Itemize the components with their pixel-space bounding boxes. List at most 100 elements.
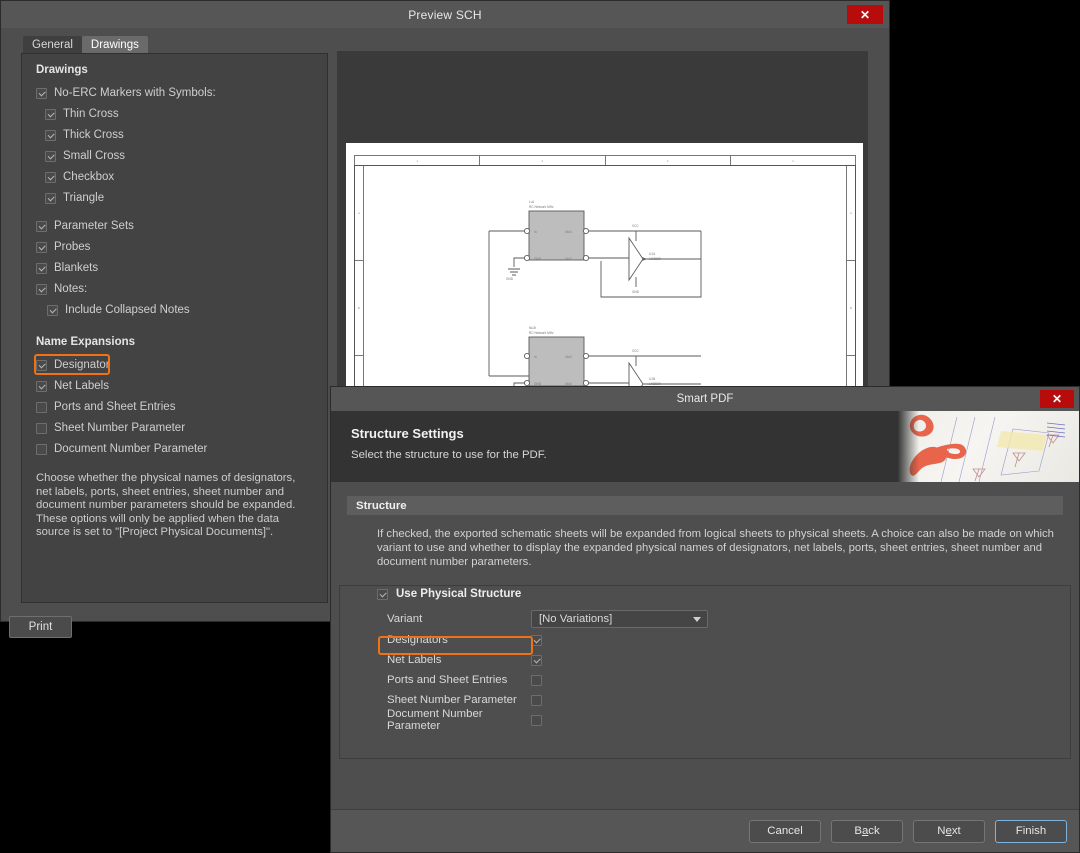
svg-text:In: In [534,355,537,359]
back-label-post: ck [868,825,880,837]
preview-sch-title: Preview SCH [408,7,482,22]
option-sheet-number-parameter-row[interactable]: Sheet Number Parameter [377,690,1063,710]
checkbox-icon[interactable] [45,150,56,162]
checkbox-icon[interactable] [36,241,47,253]
variant-label: Variant [387,613,423,625]
back-label-pre: B [854,825,862,837]
option-label: Small Cross [63,150,125,162]
cancel-button[interactable]: Cancel [749,819,821,843]
option-parameter-sets[interactable]: Parameter Sets [36,217,315,235]
smart-pdf-banner: Structure Settings Select the structure … [331,411,1079,482]
close-icon[interactable]: ✕ [1040,390,1074,408]
option-label: Document Number Parameter [54,443,208,455]
option-thin-cross[interactable]: Thin Cross [36,105,315,123]
checkbox-icon[interactable] [47,304,58,316]
back-button[interactable]: Ba ck [831,819,903,843]
option-small-cross[interactable]: Small Cross [36,147,315,165]
variant-row: Variant [No Variations] [377,608,1063,630]
option-label: Notes: [54,283,88,295]
banner-subtext: Select the structure to use for the PDF. [351,449,547,461]
option-label: Sheet Number Parameter [387,694,517,706]
next-label-pre: N [937,825,946,837]
svg-text:Out1: Out1 [565,355,572,359]
variant-value: [No Variations] [539,613,613,625]
schematic-sheet: 1 2 3 4 A B C A B C [346,143,863,411]
option-designator[interactable]: Designator [36,356,315,374]
option-probes[interactable]: Probes [36,238,315,256]
schematic-preview-pane[interactable]: 1 2 3 4 A B C A B C [337,51,868,411]
banner-art-shadow [897,411,919,482]
checkbox-icon[interactable] [531,714,542,726]
option-label: Blankets [54,262,99,274]
option-blankets[interactable]: Blankets [36,259,315,277]
checkbox-icon[interactable] [36,422,47,434]
preview-tabs: General Drawings [23,36,148,53]
option-label: Thick Cross [63,129,124,141]
option-ports-and-sheet-entries[interactable]: Ports and Sheet Entries [36,398,315,416]
option-label: Net Labels [387,654,442,666]
option-label: Thin Cross [63,108,119,120]
checkbox-icon[interactable] [36,283,47,295]
checkbox-icon[interactable] [531,654,542,666]
use-physical-structure-row[interactable]: Use Physical Structure [377,588,1063,600]
checkbox-icon[interactable] [45,129,56,141]
option-document-number-parameter-row[interactable]: Document Number Parameter [377,708,1063,732]
option-thick-cross[interactable]: Thick Cross [36,126,315,144]
drawings-section-title: Drawings [36,64,88,76]
drawings-options-panel: Drawings No-ERC Markers with Symbols: Th… [21,53,328,603]
option-include-collapsed-notes[interactable]: Include Collapsed Notes [36,301,315,319]
svg-text:VCC: VCC [632,349,639,353]
use-physical-structure-label: Use Physical Structure [396,588,522,600]
option-label: Ports and Sheet Entries [387,674,508,686]
checkbox-icon[interactable] [377,588,388,600]
next-button[interactable]: Ne xt [913,819,985,843]
screen-root: Preview SCH ✕ General Drawings Drawings … [0,0,1080,853]
svg-text:Lu1: Lu1 [529,200,535,204]
checkbox-icon[interactable] [45,171,56,183]
tab-drawings[interactable]: Drawings [81,36,148,53]
checkbox-icon[interactable] [36,359,47,371]
option-sheet-number-parameter[interactable]: Sheet Number Parameter [36,419,315,437]
structure-group-body: If checked, the exported schematic sheet… [347,515,1063,732]
schematic-drawing: Lu1 RC Network MHz In GND Out1 Out2 GND … [488,200,702,411]
preview-sch-titlebar: Preview SCH ✕ [1,1,889,28]
checkbox-icon[interactable] [36,380,47,392]
tab-general[interactable]: General [23,36,82,53]
option-label: Net Labels [54,380,109,392]
checkbox-icon[interactable] [45,192,56,204]
smart-pdf-window: Smart PDF ✕ Structure Settings Select th… [330,386,1080,853]
svg-text:RC Network MHz: RC Network MHz [529,205,554,209]
acrobat-logo-icon [897,411,1079,482]
name-expansions-section-title: Name Expansions [36,336,136,348]
option-no-erc-markers[interactable]: No-ERC Markers with Symbols: [36,84,315,102]
option-net-labels-row[interactable]: Net Labels [377,650,1063,670]
option-label: Parameter Sets [54,220,134,232]
svg-text:LM358N: LM358N [649,257,662,261]
option-net-labels[interactable]: Net Labels [36,377,315,395]
smart-pdf-body: Structure If checked, the exported schem… [331,482,1079,809]
checkbox-icon[interactable] [45,108,56,120]
checkbox-icon[interactable] [36,220,47,232]
checkbox-icon[interactable] [36,443,47,455]
checkbox-icon[interactable] [36,87,47,99]
option-designators-row[interactable]: Designators [377,630,1063,650]
checkbox-icon[interactable] [36,401,47,413]
option-document-number-parameter[interactable]: Document Number Parameter [36,440,315,458]
checkbox-icon[interactable] [531,634,542,646]
checkbox-icon[interactable] [36,262,47,274]
option-ports-and-sheet-entries-row[interactable]: Ports and Sheet Entries [377,670,1063,690]
finish-button[interactable]: Finish [995,819,1067,843]
option-triangle[interactable]: Triangle [36,189,315,207]
checkbox-icon[interactable] [531,674,542,686]
close-icon[interactable]: ✕ [847,5,883,24]
option-notes[interactable]: Notes: [36,280,315,298]
variant-select[interactable]: [No Variations] [531,610,708,628]
option-checkbox[interactable]: Checkbox [36,168,315,186]
print-button[interactable]: Print [9,616,72,638]
svg-text:RC Network MHz: RC Network MHz [529,331,554,335]
option-label: No-ERC Markers with Symbols: [54,87,216,99]
smart-pdf-footer: Cancel Ba ck Ne xt Finish [331,809,1079,852]
checkbox-icon[interactable] [531,694,542,706]
